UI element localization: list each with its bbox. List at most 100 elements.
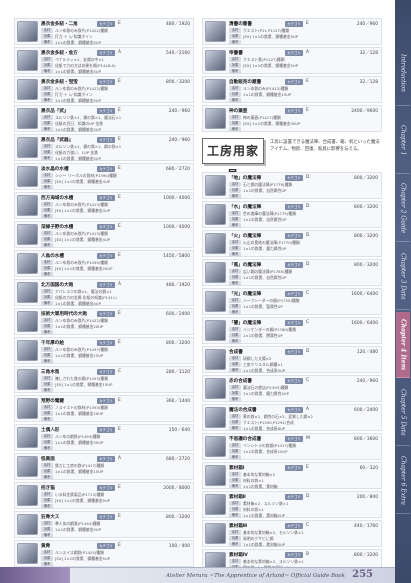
item-price: 2000／8000 — [163, 486, 190, 491]
item-field-key: 素材 — [41, 434, 53, 439]
item-thumbnail — [17, 282, 38, 303]
item-field-key: 備考 — [229, 127, 241, 132]
item-category-tag: カテゴリ — [285, 291, 303, 297]
item-thumbnail — [205, 204, 226, 225]
left-column: 黒衣金多紐・二角 カテゴリ E 480／1920 素材 効果 備考 ルンゆ鉄のみ鉄片(P142… — [14, 18, 194, 583]
item-name: 素材箱Ⅲ — [229, 524, 248, 529]
item-category-tag: カテゴリ — [285, 407, 303, 413]
item-field-key: 備考 — [41, 243, 53, 248]
item-category-tag: カテゴリ — [97, 543, 115, 549]
item-price: 800／3200 — [354, 553, 378, 558]
item-rank: D — [306, 494, 310, 499]
right-column-top: 清書の重書 カテゴリ E 240／960 素材 効果 備考 クエスト(P11,P1127)種類… — [202, 18, 382, 132]
chapter-nav-tab[interactable]: Chapter 6 Extra — [396, 448, 410, 514]
item-category-tag: カテゴリ — [285, 204, 303, 210]
item-field-key: 効果 — [41, 556, 53, 561]
item-name: 黒衣品『武』 — [41, 109, 69, 114]
item-detail-line — [243, 194, 378, 199]
item-entry: 荒野の電鍵 カテゴリ E 360／1440 素材 効果 備考 ノスイエトの鉄材(P1393)種… — [14, 395, 194, 422]
chapter-nav-tab[interactable]: Chapter 1 — [396, 108, 410, 174]
item-price: 480／1920 — [166, 283, 190, 288]
item-field-key: 素材 — [41, 347, 53, 352]
item-field-key: 素材 — [41, 550, 53, 555]
item-price: 2400／9600 — [351, 109, 378, 114]
item-detail-line: 打力 ＋ 1/ 知識ポイン — [55, 92, 93, 97]
item-entry: 怪異面 カテゴリ A 680／2720 素材 効果 備考 鉄力に工房の鉄(P1417)種類 1×… — [14, 453, 194, 480]
item-detail-line: 石と鋼の魔法陣(P1776)種類 — [243, 182, 293, 187]
item-detail-line: 1×1の鉄素、鋼種基金5UP — [55, 127, 101, 132]
item-category-tag: カテゴリ — [285, 320, 303, 326]
item-price: 240／960 — [356, 379, 378, 384]
item-detail-line: 材料の鉄×1 — [243, 478, 264, 483]
item-detail-line: 1×1の鉄素、鋼種基金5UP — [55, 40, 101, 45]
chapter-nav-tab[interactable]: Chapter 4 Item — [396, 312, 410, 378]
item-detail-line: ベンシトラの鉄鋼(P1417)種類 — [243, 443, 296, 448]
item-field-key: 備考 — [41, 185, 53, 190]
item-field-key: 効果 — [41, 92, 53, 97]
item-detail-line — [243, 127, 378, 132]
chapter-nav-tab[interactable]: Chapter 2 Guide — [396, 176, 410, 242]
item-rank: E — [306, 21, 309, 26]
chapter-nav-tab[interactable]: Introduction — [396, 40, 410, 106]
item-field-key: 備考 — [229, 339, 241, 344]
item-detail-line: ルンスイス鋼鉄(P1425)種類 — [55, 550, 104, 555]
item-field-key: 素材 — [41, 492, 53, 497]
item-field-key: 素材 — [41, 115, 53, 120]
item-name: 帝書書 — [229, 51, 243, 56]
item-detail-line: [EX] 1×1の鉄素、鋼種基金4UP — [55, 179, 111, 184]
item-rank: E — [118, 398, 121, 403]
item-thumbnail — [205, 79, 226, 100]
item-field-key: 効果 — [41, 440, 53, 445]
item-field-key: 備考 — [229, 69, 241, 74]
item-detail-line: 基本的な素材箱×2、スルソン鉄×1 — [243, 559, 304, 564]
item-name: 魔法の合成書 — [229, 408, 257, 413]
item-thumbnail — [205, 320, 226, 341]
item-thumbnail — [205, 349, 226, 370]
item-price: 800／3200 — [166, 341, 190, 346]
item-rank: E — [118, 543, 121, 548]
item-field-key: 素材 — [41, 144, 53, 149]
item-field-key: 備考 — [41, 446, 53, 451]
item-thumbnail — [205, 291, 226, 312]
item-category-tag: カテゴリ — [285, 523, 303, 529]
item-thumbnail — [17, 253, 38, 274]
item-field-key: 素材 — [229, 327, 241, 332]
item-detail-line — [55, 185, 190, 190]
item-field-key: 効果 — [41, 34, 53, 39]
item-field-key: 効果 — [41, 150, 53, 155]
item-detail-line: 1×1の鉄素、魔力属性4UP — [243, 391, 289, 396]
item-category-tag: カテゴリ — [285, 436, 303, 442]
item-field-key: 備考 — [229, 40, 241, 45]
item-field-key: 備考 — [41, 388, 53, 393]
item-price: 240／960 — [356, 22, 378, 27]
item-detail-line: 空の書庫の魔法陣(P1775)種類 — [243, 211, 296, 216]
item-detail-line: スルソン鉄×1、鋼の鉄×1、鋼の鉄×1 — [55, 144, 122, 149]
item-name: 自動販売の蔵書 — [229, 80, 262, 85]
item-category-tag: カテゴリ — [285, 465, 303, 471]
item-name: 土偶人形 — [41, 428, 60, 433]
item-detail-line: ルンゆ鉄のみ鉄片(P1422)種類 — [55, 86, 108, 91]
item-rank: E — [118, 514, 121, 519]
item-field-key: 効果 — [229, 275, 241, 280]
page-number: 255 — [352, 569, 373, 580]
item-rank: C — [118, 369, 122, 374]
item-name: 招き猫 — [41, 486, 55, 491]
item-name: 神の薬壺 — [229, 109, 248, 114]
item-field-key: 効果 — [41, 295, 53, 300]
item-category-tag: カテゴリ — [97, 108, 115, 114]
item-entry: 黒衣金多紐・金方 カテゴリ A 540／2160 素材 効果 備考 ペナルティ×1、金属の中×… — [14, 47, 194, 74]
item-entry: 自動販売の蔵書 カテゴリ E 32／128 素材 効果 備考 ルンゆ鉄のみ(P1412)種類 1… — [202, 76, 382, 103]
item-detail-line: 1×1の鉄素、鋼種基金35UP — [55, 440, 104, 445]
item-name: 黒衣金多紐・金方 — [41, 51, 78, 56]
item-detail-line: 1×1の鉄素、鋼種基金5UP — [55, 69, 101, 74]
item-detail-line — [55, 446, 190, 451]
item-category-tag: カテゴリ — [97, 340, 115, 346]
item-detail-line: [EX] 1×1の鉄素、鋼種基金30UP — [243, 121, 301, 126]
item-price: 800／3200 — [354, 205, 378, 210]
chapter-nav-tab[interactable]: Chapter 3 Data — [396, 244, 410, 310]
chapter-nav-tab[interactable]: Chapter 5 Data — [396, 380, 410, 446]
item-name: 北方国国の大砲 — [41, 283, 74, 288]
item-detail-line: 1×1の鉄素、鋼種基金20UP — [55, 411, 104, 416]
item-detail-line — [243, 252, 378, 257]
item-field-key: 効果 — [41, 498, 53, 503]
